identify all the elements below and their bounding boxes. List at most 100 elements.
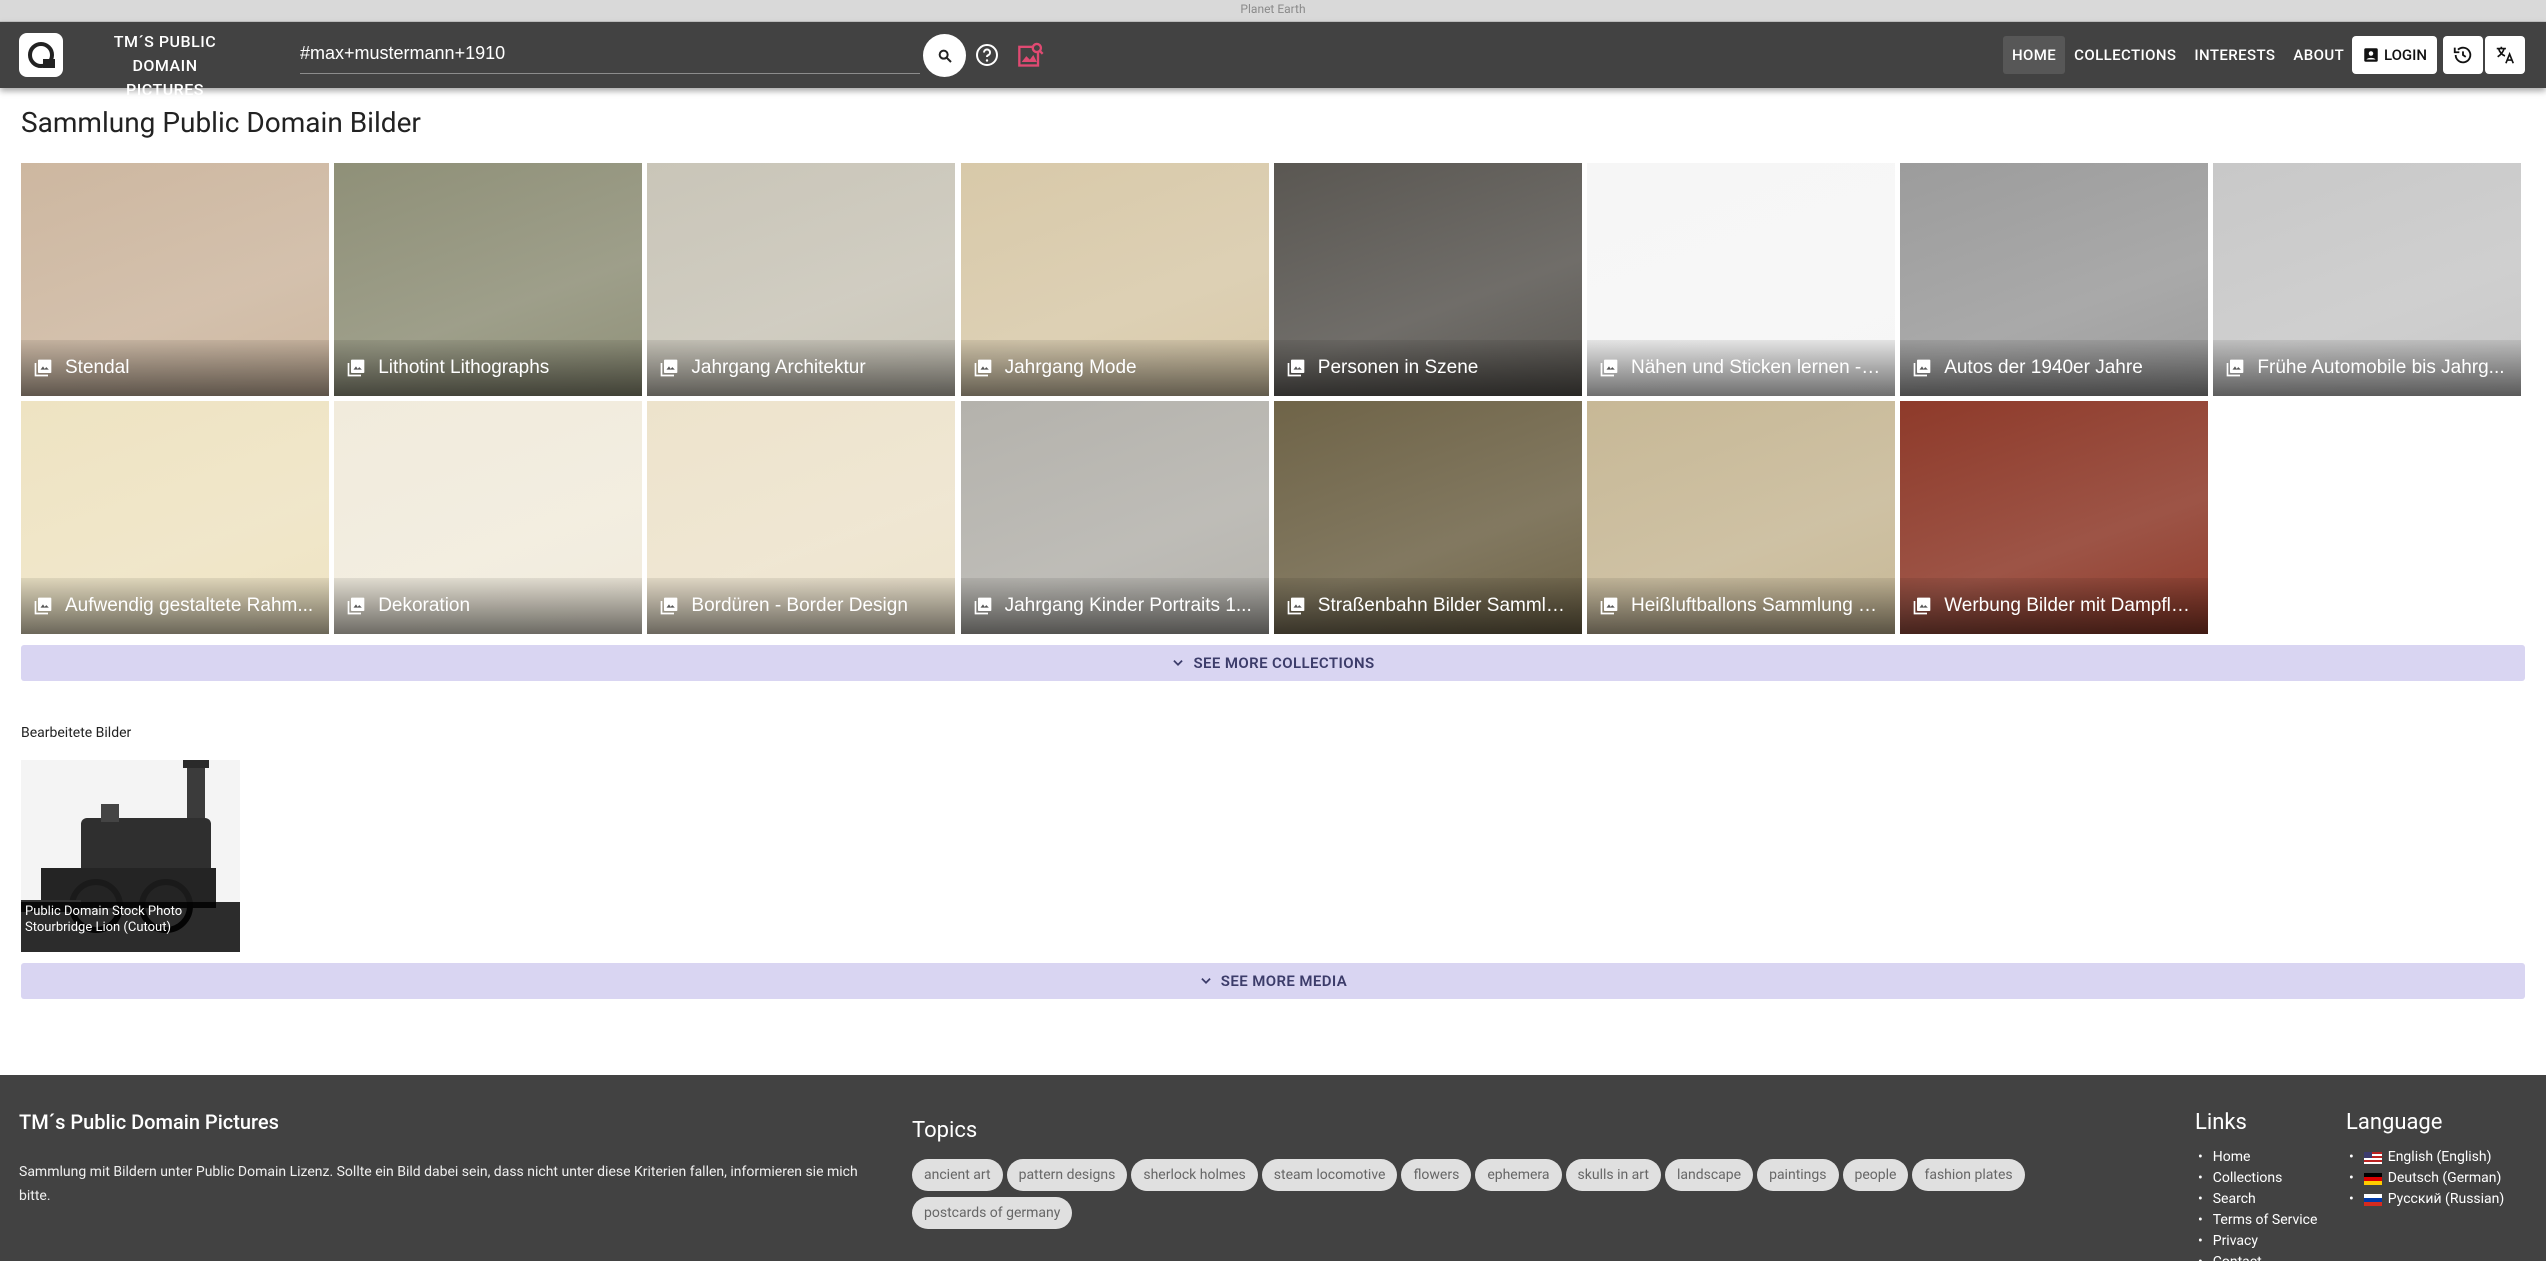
brand-title[interactable]: TM´S PUBLIC DOMAIN PICTURES [80,30,250,102]
topic-chip[interactable]: flowers [1401,1159,1472,1191]
collections-icon [1287,597,1305,615]
collection-tile[interactable]: Stendal [21,163,329,396]
collection-tile[interactable]: Nähen und Sticken lernen - Il... [1587,163,1895,396]
flag-us-icon [2363,1151,2382,1164]
browser-tab-title: Planet Earth [0,0,2546,22]
collection-tile[interactable]: Werbung Bilder mit Dampflo... [1900,401,2209,634]
image-search-icon [1018,42,1044,67]
language-option[interactable]: Русский (Russian) [2349,1189,2504,1210]
topic-chip[interactable]: landscape [1664,1159,1754,1191]
links-title: Links [2195,1110,2247,1135]
see-more-media-button[interactable]: SEE MORE MEDIA [21,963,2525,999]
collection-caption: Dekoration [334,578,643,634]
media-caption: Public Domain Stock Photo Stourbridge Li… [21,902,240,952]
topic-chip[interactable]: ancient art [912,1159,1003,1191]
brand-line-2: PICTURES [126,80,204,99]
collection-caption: Stendal [21,340,329,396]
footer-title: TM´s Public Domain Pictures [19,1110,279,1134]
topic-chip[interactable]: steam locomotive [1261,1159,1398,1191]
collection-tile[interactable]: Jahrgang Mode [960,163,1269,396]
media-card[interactable]: Public Domain Stock Photo Stourbridge Li… [21,760,240,952]
collection-caption: Autos der 1940er Jahre [1900,340,2209,396]
help-button[interactable] [974,42,1000,68]
collections-icon [661,597,678,615]
collections-icon [661,359,678,377]
topic-chips: ancient art pattern designs sherlock holme… [912,1159,2102,1229]
image-search-button[interactable] [1016,40,1046,70]
topic-chip[interactable]: sherlock holmes [1131,1159,1258,1191]
translate-button[interactable] [2485,36,2525,74]
see-more-collections-button[interactable]: SEE MORE COLLECTIONS [21,645,2525,681]
footer-link[interactable]: Terms of Service [2198,1210,2318,1231]
footer-link[interactable]: Home [2198,1147,2317,1168]
collections-icon [1600,597,1618,615]
collection-tile[interactable]: Jahrgang Architektur [647,163,956,396]
collection-tile[interactable]: Personen in Szene [1273,163,1582,396]
footer-link[interactable]: Contact [2198,1252,2317,1273]
topics-title: Topics [912,1118,978,1143]
collection-tile[interactable]: Frühe Automobile bis Jahrg... [2213,163,2522,396]
nav-about[interactable]: ABOUT [2284,36,2353,74]
topic-chip[interactable]: fashion plates [1912,1159,2025,1191]
language-option[interactable]: English (English) [2349,1147,2504,1168]
collection-caption: Aufwendig gestaltete Rahm... [21,578,329,634]
collections-icon [974,359,991,377]
topic-chip[interactable]: postcards of germany [912,1197,1073,1229]
collections-icon [34,597,52,615]
footer-link[interactable]: Collections [2198,1168,2317,1189]
search-field [300,36,920,74]
edited-images-label: Bearbeitete Bilder [21,725,132,741]
topic-chip[interactable]: pattern designs [1006,1159,1128,1191]
see-more-collections-label: SEE MORE COLLECTIONS [1193,654,1375,672]
collection-tile[interactable]: Lithotint Lithographs [334,163,643,396]
collections-icon [1600,359,1618,377]
collection-tile[interactable]: Heißluftballons Sammlung a... [1587,401,1895,634]
collections-icon [347,359,365,377]
language-list: English (English) Deutsch (German) Русский… [2349,1147,2504,1210]
collection-title: Bordüren - Border Design [691,595,908,616]
collection-title: Aufwendig gestaltete Rahm... [65,595,314,616]
collections-icon [2227,359,2244,377]
collection-title: Straßenbahn Bilder Sammlu... [1317,595,1570,616]
language-label: English (English) [2387,1149,2492,1165]
flag-de-icon [2363,1172,2382,1185]
collection-tile[interactable]: Jahrgang Kinder Portraits 1... [960,401,1269,634]
history-button[interactable] [2443,36,2483,74]
collection-tile[interactable]: Aufwendig gestaltete Rahm... [21,401,329,634]
collection-title: Lithotint Lithographs [378,357,550,378]
footer-link[interactable]: Privacy [2198,1231,2317,1252]
collection-title: Nähen und Sticken lernen - Il... [1631,357,1883,378]
nav-home[interactable]: HOME [2003,36,2066,74]
page-title: Sammlung Public Domain Bilder [21,106,421,139]
language-option[interactable]: Deutsch (German) [2349,1168,2504,1189]
topic-chip[interactable]: ephemera [1475,1159,1562,1191]
footer-link[interactable]: Search [2198,1189,2317,1210]
help-icon [976,44,998,66]
search-button[interactable] [923,34,966,77]
collection-tile[interactable]: Dekoration [334,401,643,634]
collection-title: Jahrgang Mode [1004,357,1137,378]
main-nav: HOME COLLECTIONS INTERESTS ABOUT [2003,36,2353,74]
collection-caption: Frühe Automobile bis Jahrg... [2213,340,2522,396]
footer: TM´s Public Domain Pictures Sammlung mit… [0,1075,2546,1270]
footer-description: Sammlung mit Bildern unter Public Domain… [19,1164,858,1204]
collection-title: Personen in Szene [1317,357,1479,378]
collection-title: Stendal [65,357,130,378]
collection-tile[interactable]: Straßenbahn Bilder Sammlu... [1273,401,1582,634]
topic-chip[interactable]: paintings [1757,1159,1839,1191]
collection-caption: Heißluftballons Sammlung a... [1587,578,1895,634]
collection-title: Werbung Bilder mit Dampflo... [1944,595,2197,616]
language-label: Deutsch (German) [2387,1170,2502,1186]
nav-interests[interactable]: INTERESTS [2185,36,2284,74]
collection-tile[interactable]: Bordüren - Border Design [647,401,956,634]
language-title: Language [2346,1110,2443,1135]
topic-chip[interactable]: skulls in art [1565,1159,1661,1191]
login-button[interactable]: LOGIN [2352,36,2437,74]
login-label: LOGIN [2383,46,2428,64]
flag-ru-icon [2363,1193,2382,1206]
search-input[interactable] [300,36,920,70]
collection-tile[interactable]: Autos der 1940er Jahre [1900,163,2209,396]
logo-icon[interactable] [19,33,63,77]
nav-collections[interactable]: COLLECTIONS [2065,36,2185,74]
topic-chip[interactable]: people [1842,1159,1909,1191]
